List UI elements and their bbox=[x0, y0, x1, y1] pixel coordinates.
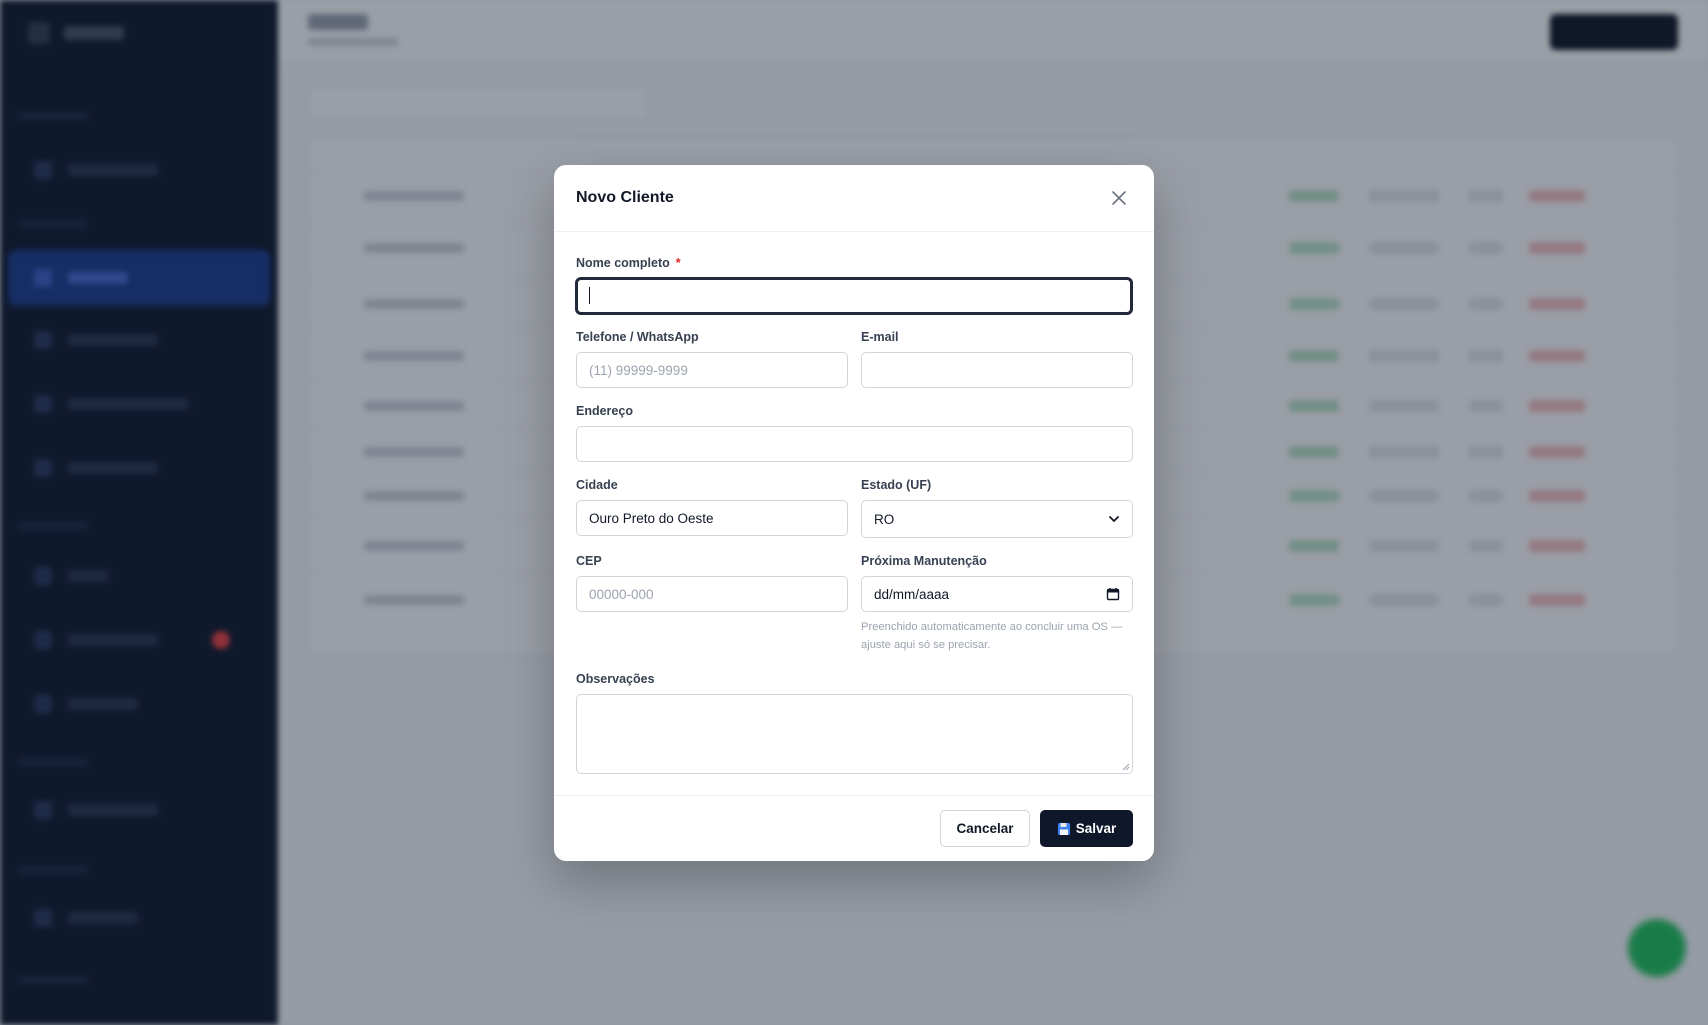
telefone-label: Telefone / WhatsApp bbox=[576, 330, 699, 344]
proxima-manutencao-label: Próxima Manutenção bbox=[861, 554, 987, 568]
nome-label: Nome completo * bbox=[576, 256, 681, 270]
endereco-label: Endereço bbox=[576, 404, 633, 418]
floppy-disk-icon bbox=[1057, 822, 1070, 835]
modal-footer-divider bbox=[554, 795, 1154, 796]
modal-header: Novo Cliente bbox=[554, 165, 1154, 232]
save-button-label: Salvar bbox=[1075, 821, 1117, 836]
email-label: E-mail bbox=[861, 330, 899, 344]
email-input[interactable] bbox=[861, 352, 1133, 388]
observacoes-label: Observações bbox=[576, 672, 655, 686]
required-mark: * bbox=[675, 256, 681, 270]
cidade-label: Cidade bbox=[576, 478, 618, 492]
calendar-icon[interactable] bbox=[1106, 587, 1120, 601]
date-value: dd/mm/aaaa bbox=[874, 586, 950, 602]
close-button[interactable] bbox=[1108, 187, 1130, 209]
observacoes-textarea[interactable] bbox=[576, 694, 1133, 774]
new-client-modal: Novo Cliente Nome completo * Telefone / W… bbox=[554, 165, 1154, 861]
proxima-manutencao-date-input[interactable]: dd/mm/aaaa bbox=[861, 576, 1133, 612]
text-cursor bbox=[589, 287, 590, 304]
nome-label-text: Nome completo bbox=[576, 256, 670, 270]
cancel-button[interactable]: Cancelar bbox=[940, 810, 1030, 847]
proxima-manutencao-hint: Preenchido automaticamente ao concluir u… bbox=[861, 621, 1123, 651]
nome-completo-input[interactable] bbox=[576, 278, 1132, 314]
cep-input[interactable] bbox=[576, 576, 848, 612]
estado-label: Estado (UF) bbox=[861, 478, 932, 492]
cep-label: CEP bbox=[576, 554, 602, 568]
resize-handle-icon[interactable] bbox=[1122, 763, 1130, 771]
cidade-input[interactable] bbox=[576, 500, 848, 536]
endereco-input[interactable] bbox=[576, 426, 1133, 462]
modal-title: Novo Cliente bbox=[576, 189, 674, 206]
save-button[interactable]: Salvar bbox=[1040, 810, 1133, 847]
estado-selected-value: RO bbox=[874, 511, 895, 527]
chevron-down-icon bbox=[1109, 516, 1119, 522]
close-icon bbox=[1112, 191, 1126, 205]
telefone-input[interactable] bbox=[576, 352, 848, 388]
estado-select[interactable]: RO bbox=[861, 500, 1133, 538]
